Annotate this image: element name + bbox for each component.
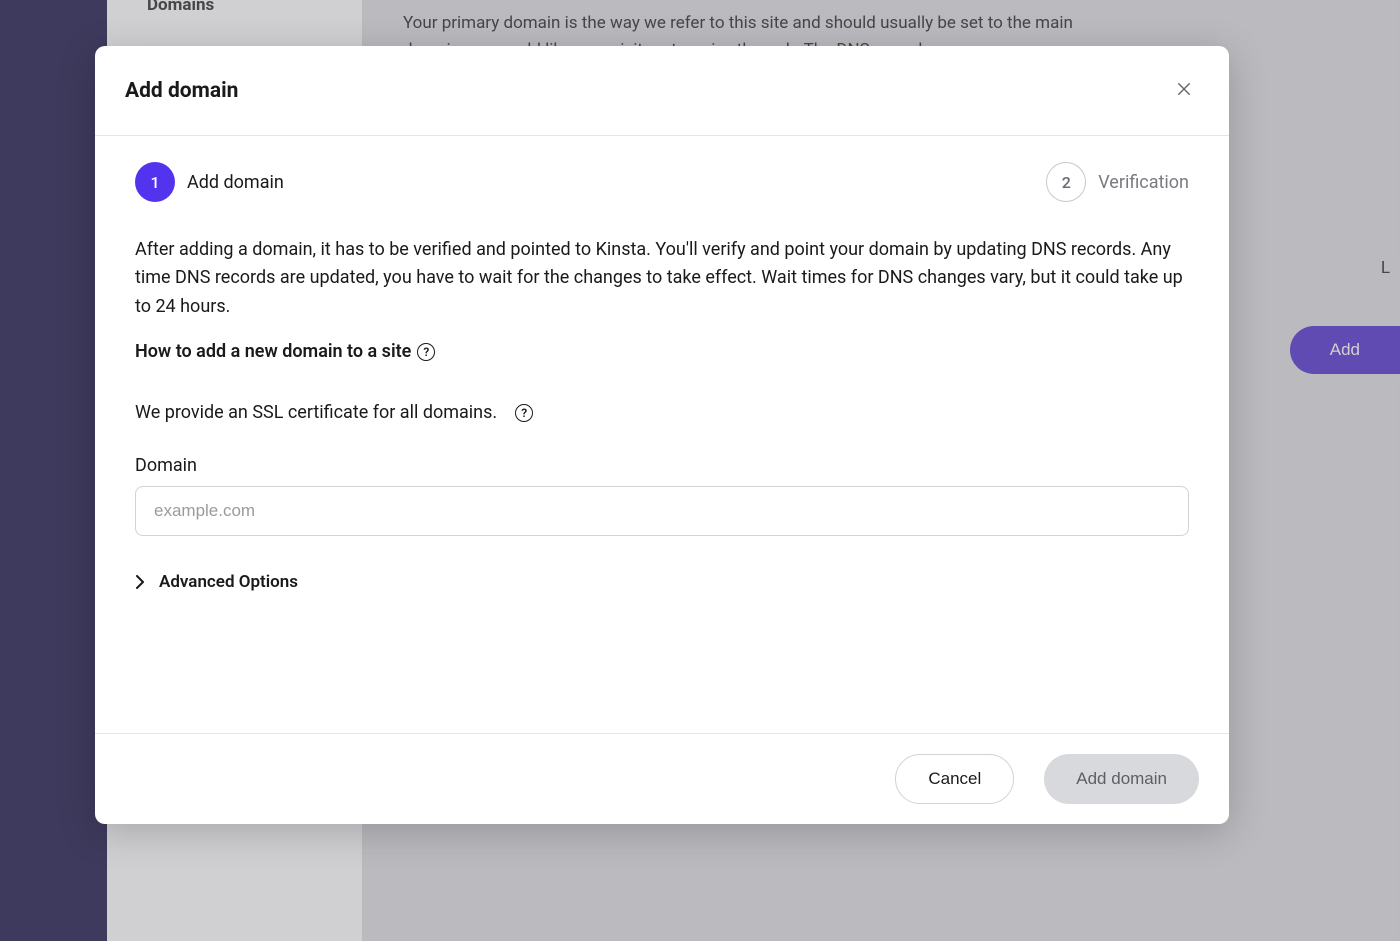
modal-title: Add domain (125, 79, 238, 103)
step-1-label: Add domain (187, 172, 284, 193)
ssl-info-text: We provide an SSL certificate for all do… (135, 402, 497, 423)
close-button[interactable] (1171, 76, 1197, 105)
stepper: 1 Add domain 2 Verification (135, 162, 1189, 202)
step-1: 1 Add domain (135, 162, 284, 202)
ssl-info-row: We provide an SSL certificate for all do… (135, 402, 1189, 423)
advanced-options-toggle[interactable]: Advanced Options (135, 572, 298, 592)
domain-input[interactable] (135, 486, 1189, 536)
modal-description: After adding a domain, it has to be veri… (135, 236, 1189, 321)
step-2: 2 Verification (1046, 162, 1189, 202)
chevron-right-icon (135, 575, 145, 589)
add-domain-submit-button[interactable]: Add domain (1044, 754, 1199, 804)
modal-footer: Cancel Add domain (95, 733, 1229, 824)
help-icon[interactable]: ? (515, 404, 533, 422)
cancel-button[interactable]: Cancel (895, 754, 1014, 804)
step-2-label: Verification (1098, 172, 1189, 193)
help-link-row[interactable]: How to add a new domain to a site ? (135, 341, 1189, 362)
add-domain-modal: Add domain 1 Add domain 2 Verification A… (95, 46, 1229, 824)
help-icon: ? (417, 343, 435, 361)
modal-body: 1 Add domain 2 Verification After adding… (95, 136, 1229, 733)
advanced-options-label: Advanced Options (159, 572, 298, 592)
help-link-text: How to add a new domain to a site (135, 341, 411, 362)
step-2-circle: 2 (1046, 162, 1086, 202)
step-1-circle: 1 (135, 162, 175, 202)
close-icon (1175, 80, 1193, 101)
domain-field-label: Domain (135, 455, 1189, 476)
modal-header: Add domain (95, 46, 1229, 136)
